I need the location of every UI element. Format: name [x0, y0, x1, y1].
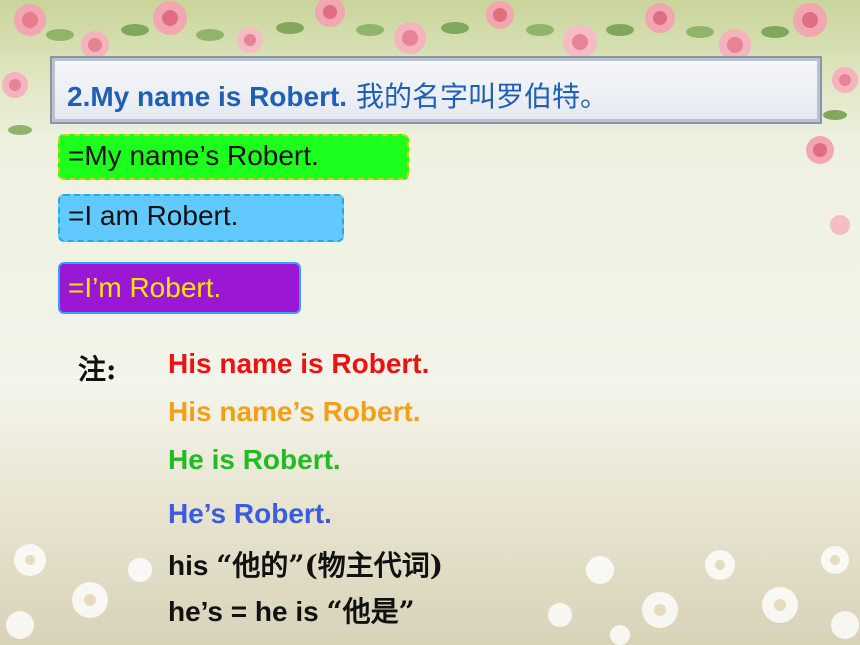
note-label: 注: [78, 353, 117, 386]
title-english: 2.My name is Robert. [67, 81, 348, 112]
note-line-6-english: he’s = he is [168, 596, 319, 627]
slide: 2.My name is Robert. 我的名字叫罗伯特。 =My name’… [0, 0, 860, 645]
note-line-5-english: his [168, 550, 209, 581]
equivalent-sentence-2: =I am Robert. [58, 194, 344, 242]
note-line-4: He’s Robert. [168, 498, 332, 529]
title-chinese: 我的名字叫罗伯特。 [347, 80, 608, 113]
note-line-5-chinese: “他的”(物主代词) [216, 549, 443, 582]
note-line-1: His name is Robert. [168, 348, 430, 379]
note-line-6: he’s = he is “他是” [168, 590, 415, 630]
note-line-3: He is Robert. [168, 444, 341, 475]
title-text: 2.My name is Robert. 我的名字叫罗伯特。 [67, 75, 608, 115]
note-line-2: His name’s Robert. [168, 396, 421, 427]
note-line-5: his “他的”(物主代词) [168, 544, 443, 584]
equivalent-sentence-1: =My name’s Robert. [58, 134, 409, 180]
note-line-6-chinese: “他是” [326, 595, 415, 628]
equivalent-sentence-3: =I’m Robert. [58, 262, 301, 314]
title-box: 2.My name is Robert. 我的名字叫罗伯特。 [50, 56, 822, 124]
